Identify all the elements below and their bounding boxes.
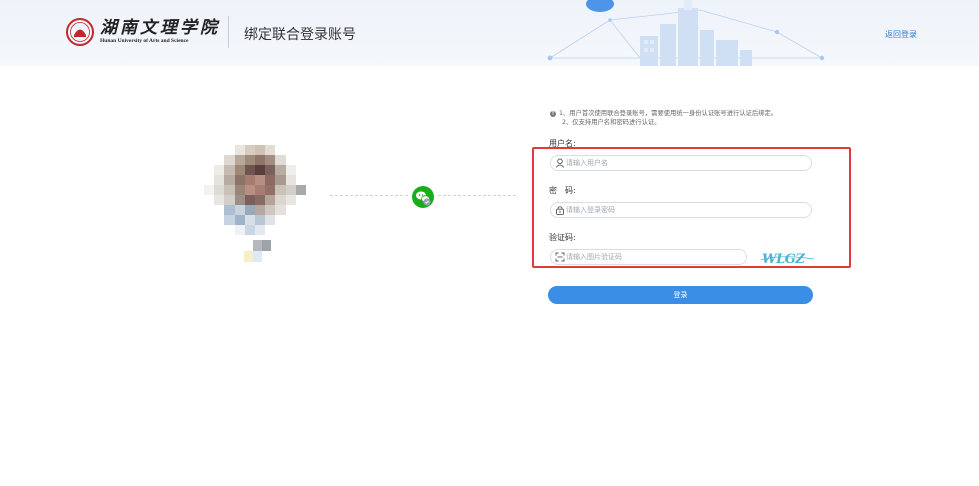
city-network-decoration	[547, 0, 825, 66]
info-icon: !	[550, 111, 556, 117]
username-pixelated	[244, 240, 280, 262]
notice: ! 1、用户首次使用联合登录账号，需要使用统一身份认证账号进行认证后绑定。 2、仅…	[550, 109, 820, 127]
user-icon	[555, 158, 565, 168]
username-label: 用户名:	[549, 139, 576, 148]
password-field[interactable]	[550, 202, 812, 218]
logo-chinese-name: 湖南文理学院	[100, 17, 220, 38]
university-seal-icon	[66, 18, 94, 46]
captcha-input[interactable]	[565, 251, 746, 263]
avatar	[204, 145, 306, 235]
password-input[interactable]	[565, 204, 786, 216]
captcha-image[interactable]: WLGZ	[760, 250, 816, 266]
logo-english-name: Hunan University of Arts and Science	[100, 37, 189, 44]
username-field[interactable]	[550, 155, 812, 171]
page-title: 绑定联合登录账号	[244, 27, 356, 43]
connector-line-left	[330, 195, 408, 196]
captcha-text: WLGZ	[762, 252, 805, 266]
connector-line-right	[438, 195, 516, 196]
username-input[interactable]	[565, 157, 786, 169]
scan-icon	[555, 252, 565, 262]
notice-line-2: 2、仅支持用户名和密码进行认证。	[562, 119, 661, 126]
university-logo[interactable]: 湖南文理学院 Hunan University of Arts and Scie…	[66, 18, 220, 46]
captcha-field[interactable]	[550, 249, 747, 265]
return-login-link[interactable]: 返回登录	[885, 29, 917, 40]
captcha-label: 验证码:	[549, 233, 576, 242]
wechat-icon	[412, 186, 434, 208]
login-button[interactable]: 登录	[548, 286, 813, 304]
notice-line-1: 1、用户首次使用联合登录账号，需要使用统一身份认证账号进行认证后绑定。	[559, 110, 778, 117]
header: 湖南文理学院 Hunan University of Arts and Scie…	[0, 0, 979, 66]
header-divider	[228, 16, 229, 48]
password-label: 密 码:	[549, 186, 576, 195]
lock-icon	[556, 206, 564, 215]
